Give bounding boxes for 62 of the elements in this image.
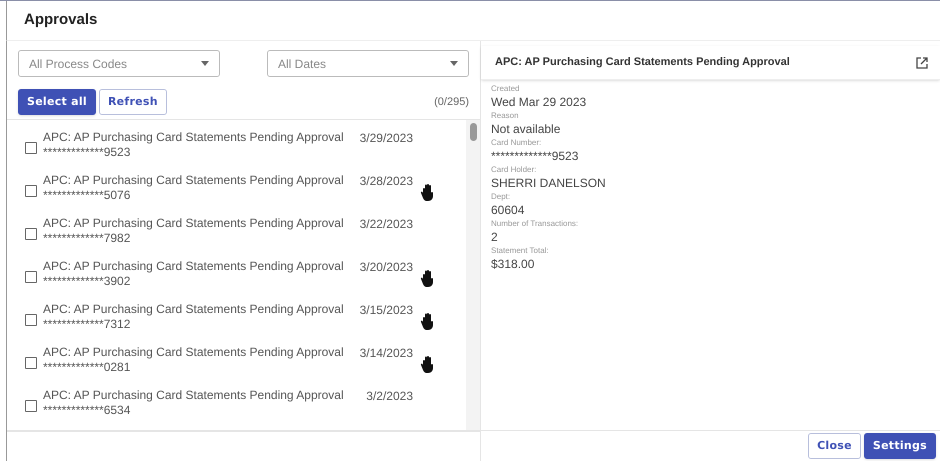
approval-list-item[interactable]: APC: AP Purchasing Card Statements Pending Approval *************0281 3/14/2023 <box>7 338 466 381</box>
field-label: Statement Total: <box>491 245 550 256</box>
field-value: Not available <box>491 121 562 137</box>
card-number: *************7312 <box>43 316 132 332</box>
item-title: APC: AP Purchasing Card Statements Pending Approval <box>43 344 343 360</box>
checkbox[interactable] <box>25 356 37 368</box>
approval-list-item[interactable]: APC: AP Purchasing Card Statements Pending Approval *************9523 3/29/2023 <box>7 123 466 166</box>
field-value: 2 <box>491 229 499 245</box>
checkbox[interactable] <box>25 184 37 196</box>
field-value: SHERRI DANELSON <box>491 175 607 191</box>
card-number: *************6534 <box>43 402 132 418</box>
item-title: APC: AP Purchasing Card Statements Pending Approval <box>43 172 343 188</box>
caret-icon <box>201 61 209 66</box>
caret-icon <box>450 61 458 66</box>
field-label: Number of Transactions: <box>491 218 580 229</box>
field-value: $318.00 <box>491 256 536 272</box>
item-date: 3/20/2023 <box>358 259 413 276</box>
settings-button[interactable]: Settings <box>864 433 936 459</box>
field-label: Reason <box>491 110 520 121</box>
item-title: APC: AP Purchasing Card Statements Pending Approval <box>43 258 343 274</box>
checkbox[interactable] <box>25 400 37 412</box>
item-title: APC: AP Purchasing Card Statements Pending Approval <box>43 130 343 144</box>
item-date: 3/29/2023 <box>358 130 413 147</box>
item-title: APC: AP Purchasing Card Statements Pending Approval <box>43 216 343 230</box>
field-label: Dept: <box>491 191 512 202</box>
approval-list-item[interactable]: APC: AP Purchasing Card Statements Pending Approval *************7982 3/22/2023 <box>7 209 466 252</box>
checkbox[interactable] <box>25 314 37 326</box>
item-title: APC: AP Purchasing Card Statements Pending Approval <box>43 302 343 316</box>
field-label: Card Number: <box>491 137 542 148</box>
external-link-icon[interactable] <box>916 56 928 68</box>
item-date: 3/22/2023 <box>358 216 413 233</box>
card-number: *************5076 <box>43 188 132 202</box>
checkbox[interactable] <box>25 228 37 240</box>
checkbox[interactable] <box>25 270 37 282</box>
approval-list-item[interactable]: APC: AP Purchasing Card Statements Pending Approval *************3902 3/20/2023 <box>7 252 466 295</box>
select-all-button[interactable]: Select all <box>18 89 96 115</box>
field-value: 60604 <box>491 202 526 218</box>
dropdown-field[interactable]: All Dates <box>267 50 469 77</box>
close-button[interactable]: Close <box>808 433 861 459</box>
item-date: 3/28/2023 <box>358 173 413 190</box>
refresh-button[interactable]: Refresh <box>98 89 167 115</box>
field-label: Card Holder: <box>491 164 538 175</box>
approval-list-item[interactable]: APC: AP Purchasing Card Statements Pending Approval *************5076 3/28/2023 <box>7 166 466 209</box>
item-date: 3/2/2023 <box>365 388 413 405</box>
field-label: Created <box>491 83 520 94</box>
field-value: Wed Mar 29 2023 <box>491 94 588 110</box>
approval-list-item[interactable]: APC: AP Purchasing Card Statements Pending Approval *************7312 3/15/2023 <box>7 295 466 338</box>
checkbox[interactable] <box>25 142 37 154</box>
dropdown-field[interactable]: All Process Codes <box>18 50 220 77</box>
window-title: Approvals <box>24 10 98 30</box>
card-number: *************3902 <box>43 274 132 288</box>
card-number: *************0281 <box>43 360 132 374</box>
approval-list-item[interactable]: APC: AP Purchasing Card Statements Pending Approval *************6534 3/2/2023 <box>7 381 466 424</box>
scrollbar[interactable] <box>466 120 480 431</box>
card-number: *************9523 <box>43 144 132 160</box>
detail-title: APC: AP Purchasing Card Statements Pending Approval <box>495 55 790 70</box>
selection-count: (0/295) <box>434 94 469 110</box>
item-date: 3/14/2023 <box>358 345 413 362</box>
card-number: *************7982 <box>43 230 132 246</box>
item-title: APC: AP Purchasing Card Statements Pending Approval <box>43 388 343 402</box>
field-value: *************9523 <box>491 148 580 164</box>
item-date: 3/15/2023 <box>358 302 413 319</box>
